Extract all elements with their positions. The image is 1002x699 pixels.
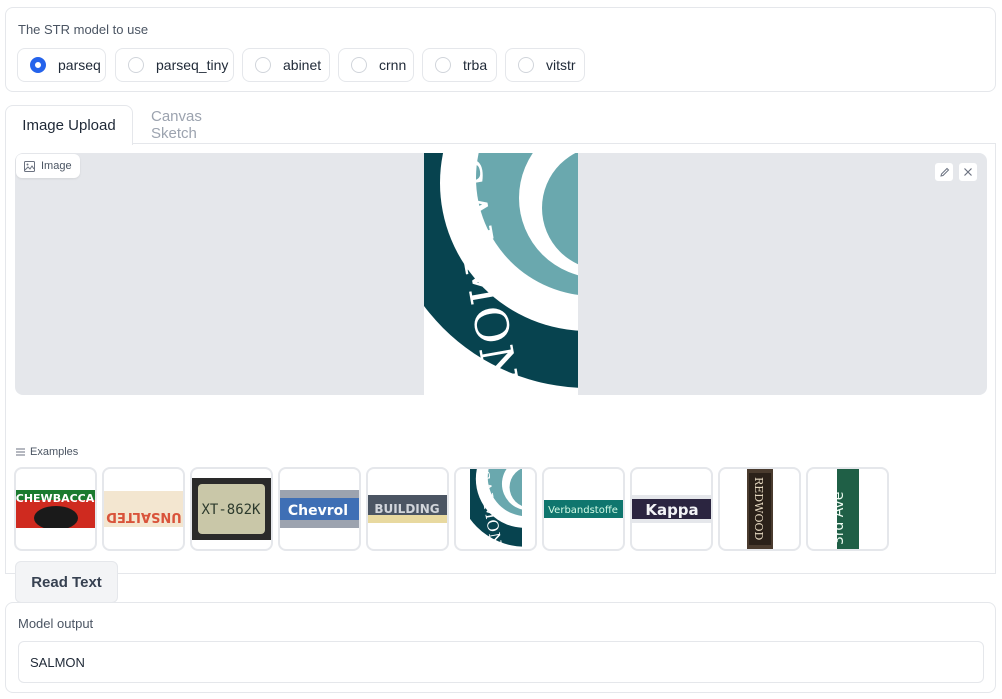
clear-image-button[interactable]: [958, 162, 978, 182]
svg-text:3rd Ave: 3rd Ave: [837, 492, 847, 545]
radio-label: parseq: [58, 57, 101, 73]
examples-label: Examples: [30, 446, 79, 458]
example-image: BUILDING: [368, 495, 447, 523]
example-image: 3rd Ave: [836, 469, 859, 549]
example-thumb-license-plate[interactable]: XT-862K: [190, 467, 273, 551]
uploaded-image: SALMON: [424, 153, 578, 395]
model-output-panel: Model output SALMON: [5, 602, 996, 693]
radio-label: abinet: [283, 57, 322, 73]
svg-text:REDWOOD: REDWOOD: [752, 477, 765, 540]
image-upload-dropzone[interactable]: Image SALMON: [15, 153, 987, 395]
model-output-label: Model output: [18, 616, 94, 631]
svg-text:Chevrol: Chevrol: [288, 503, 348, 519]
svg-text:XT-862K: XT-862K: [201, 502, 261, 518]
read-text-button[interactable]: Read Text: [15, 561, 118, 603]
example-thumb-chevrolet[interactable]: Chevrol: [278, 467, 361, 551]
radio-crnn[interactable]: crnn: [338, 48, 414, 82]
radio-vitstr[interactable]: vitstr: [505, 48, 585, 82]
tab-panel-image-upload: Image SALMON Examples CHEWBACCA UNSALTED…: [5, 143, 996, 603]
svg-text:Verbandstoffe: Verbandstoffe: [548, 505, 618, 516]
svg-text:Kappa: Kappa: [645, 501, 698, 519]
example-image: XT-862K: [192, 478, 271, 540]
example-image: UNSALTED: [104, 491, 183, 527]
radio-indicator[interactable]: [435, 57, 451, 73]
image-chip: Image: [16, 154, 80, 178]
radio-label: trba: [463, 57, 488, 73]
example-thumb-3rd-ave[interactable]: 3rd Ave: [806, 467, 889, 551]
radio-indicator[interactable]: [351, 57, 367, 73]
example-thumb-salmon[interactable]: SALMON: [454, 467, 537, 551]
tab-canvas-sketch[interactable]: Canvas Sketch: [151, 105, 251, 145]
example-image: SALMON: [469, 469, 522, 549]
list-icon: [16, 448, 25, 456]
example-image: Verbandstoffe: [544, 500, 623, 518]
pencil-icon: [939, 167, 949, 177]
radio-label: parseq_tiny: [156, 57, 229, 73]
radio-label: crnn: [379, 57, 407, 73]
example-image: Kappa: [632, 495, 711, 523]
radio-trba[interactable]: trba: [422, 48, 497, 82]
input-tabs: Image Upload Canvas Sketch Image SALMON: [5, 105, 996, 603]
svg-text:CHEWBACCA: CHEWBACCA: [16, 492, 95, 505]
radio-indicator[interactable]: [518, 57, 534, 73]
example-thumb-building[interactable]: BUILDING: [366, 467, 449, 551]
radio-parseq-tiny[interactable]: parseq_tiny: [115, 48, 234, 82]
radio-abinet[interactable]: abinet: [242, 48, 330, 82]
example-thumb-verbandstoffe[interactable]: Verbandstoffe: [542, 467, 625, 551]
svg-text:UNSALTED: UNSALTED: [106, 509, 182, 524]
radio-indicator[interactable]: [30, 57, 46, 73]
model-selector-label: The STR model to use: [18, 22, 149, 37]
image-chip-label: Image: [41, 160, 72, 172]
example-image: Chevrol: [280, 490, 359, 528]
svg-text:BUILDING: BUILDING: [374, 502, 439, 516]
examples-header: Examples: [16, 446, 78, 458]
example-thumb-kappa[interactable]: Kappa: [630, 467, 713, 551]
radio-parseq[interactable]: parseq: [17, 48, 106, 82]
example-image: REDWOOD: [746, 469, 773, 549]
example-image: CHEWBACCA: [16, 490, 95, 528]
close-icon: [964, 168, 972, 176]
tab-image-upload[interactable]: Image Upload: [5, 105, 133, 145]
example-thumb-chewbacca[interactable]: CHEWBACCA: [14, 467, 97, 551]
edit-image-button[interactable]: [934, 162, 954, 182]
radio-indicator[interactable]: [128, 57, 144, 73]
example-thumb-redwood[interactable]: REDWOOD: [718, 467, 801, 551]
example-thumb-unsalted[interactable]: UNSALTED: [102, 467, 185, 551]
radio-indicator[interactable]: [255, 57, 271, 73]
model-selector-panel: The STR model to use parseq parseq_tiny …: [5, 7, 996, 92]
radio-label: vitstr: [546, 57, 576, 73]
image-icon: [24, 160, 35, 172]
model-output-textbox[interactable]: SALMON: [18, 641, 984, 683]
